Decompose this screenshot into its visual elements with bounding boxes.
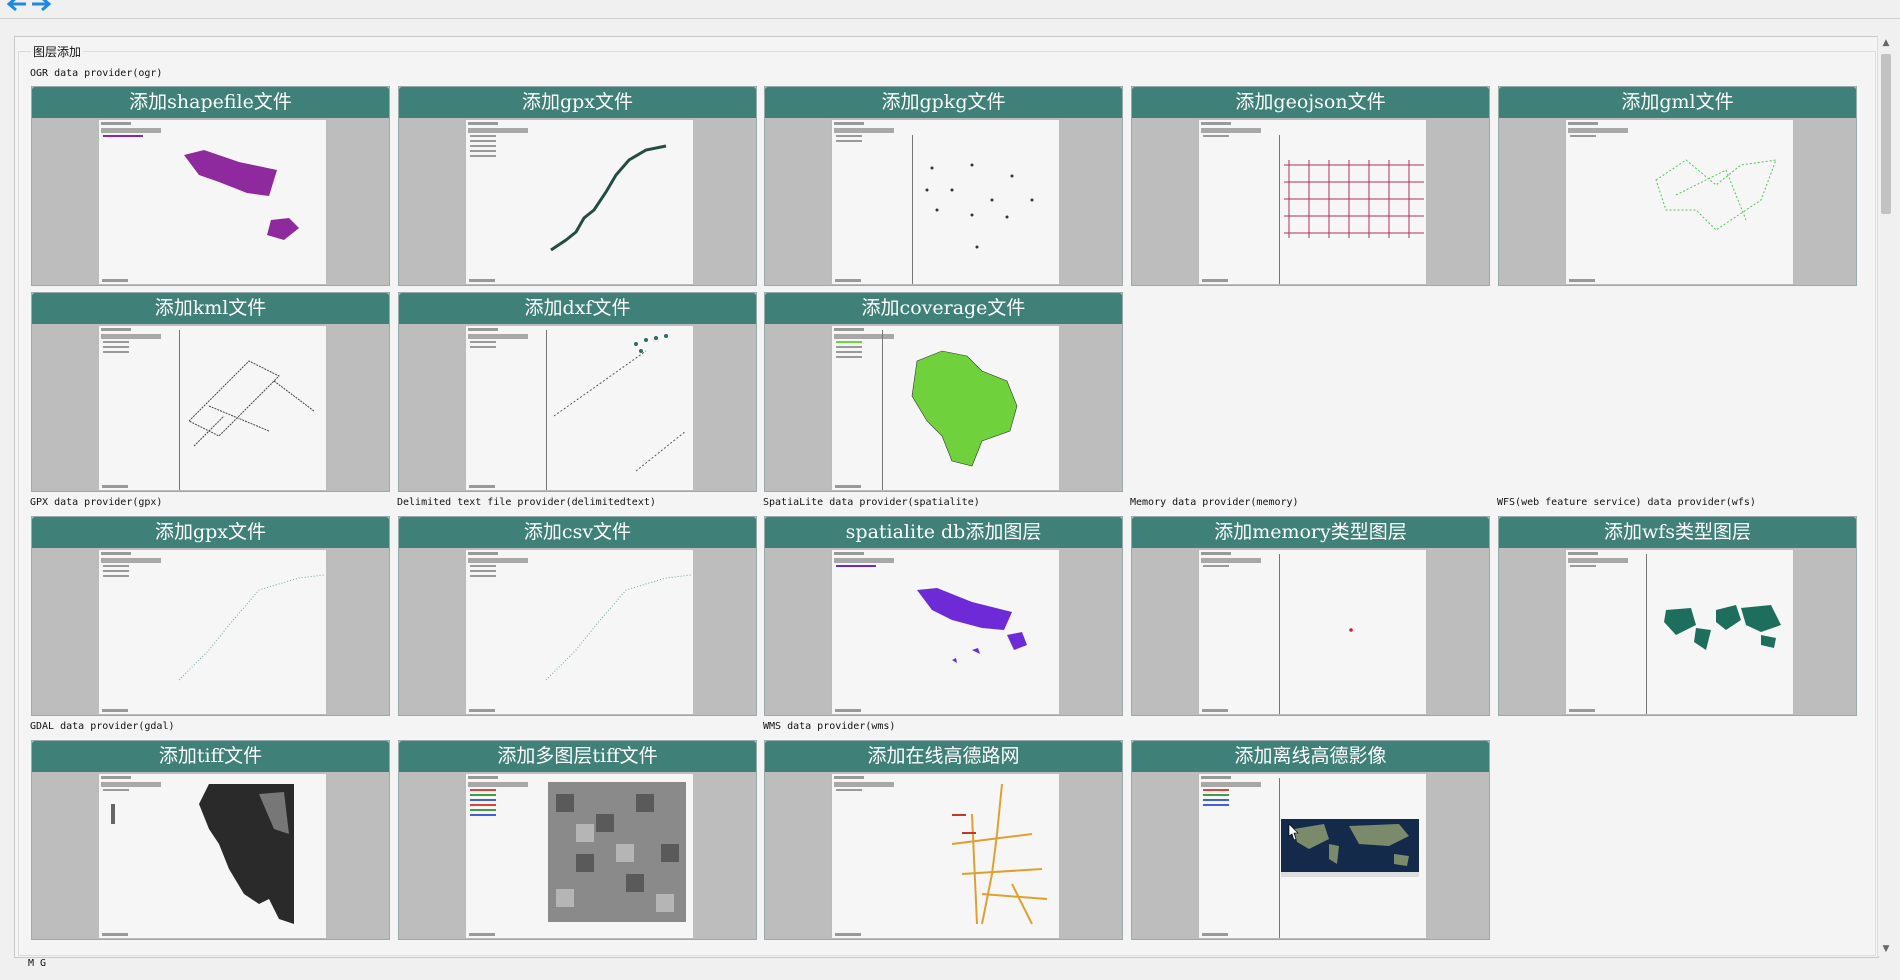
card-add-memory-layer[interactable]: 添加memory类型图层 — [1131, 516, 1490, 716]
geojson-preview-image — [1198, 119, 1427, 285]
card-add-geojson[interactable]: 添加geojson文件 — [1131, 86, 1490, 286]
card-add-tiff[interactable]: 添加tiff文件 — [31, 740, 390, 940]
card-title: 添加gpx文件 — [399, 87, 756, 118]
section-label-delimited: Delimited text file provider(delimitedte… — [397, 497, 656, 508]
wfs-preview-image — [1565, 549, 1794, 715]
card-title: 添加gpkg文件 — [765, 87, 1122, 118]
card-title: 添加在线高德路网 — [765, 741, 1122, 772]
section-label-spatialite: SpatiaLite data provider(spatialite) — [763, 497, 980, 508]
card-add-multi-layer-tiff[interactable]: 添加多图层tiff文件 — [398, 740, 757, 940]
card-title: spatialite db添加图层 — [765, 517, 1122, 548]
card-title: 添加wfs类型图层 — [1499, 517, 1856, 548]
card-title: 添加tiff文件 — [32, 741, 389, 772]
amap-image-preview-image — [1198, 773, 1427, 939]
spatialite-preview-image — [831, 549, 1060, 715]
top-navigation-bar — [0, 0, 1900, 19]
next-section-label-partial: M G — [28, 958, 47, 969]
scroll-down-arrow-icon[interactable]: ▼ — [1881, 944, 1891, 954]
section-label-gpx: GPX data provider(gpx) — [30, 497, 163, 508]
card-title: 添加离线高德影像 — [1132, 741, 1489, 772]
section-label-wms: WMS data provider(wms) — [763, 721, 896, 732]
gpkg-preview-image — [831, 119, 1060, 285]
section-label-memory: Memory data provider(memory) — [1130, 497, 1299, 508]
section-label-ogr: OGR data provider(ogr) — [30, 68, 163, 79]
scrollbar-thumb[interactable] — [1881, 54, 1891, 214]
card-add-gml[interactable]: 添加gml文件 — [1498, 86, 1857, 286]
card-add-online-amap-road[interactable]: 添加在线高德路网 — [764, 740, 1123, 940]
card-add-offline-amap-image[interactable]: 添加离线高德影像 — [1131, 740, 1490, 940]
card-title: 添加shapefile文件 — [32, 87, 389, 118]
card-title: 添加memory类型图层 — [1132, 517, 1489, 548]
card-title: 添加gpx文件 — [32, 517, 389, 548]
card-title: 添加多图层tiff文件 — [399, 741, 756, 772]
card-add-gpx-provider[interactable]: 添加gpx文件 — [31, 516, 390, 716]
forward-arrow-icon[interactable] — [28, 0, 54, 12]
groupbox-title: 图层添加 — [31, 43, 84, 60]
card-add-kml[interactable]: 添加kml文件 — [31, 292, 390, 492]
card-title: 添加coverage文件 — [765, 293, 1122, 324]
shapefile-preview-image — [98, 119, 327, 285]
amap-road-preview-image — [831, 773, 1060, 939]
card-add-wfs-layer[interactable]: 添加wfs类型图层 — [1498, 516, 1857, 716]
dxf-preview-image — [465, 325, 694, 491]
card-title: 添加dxf文件 — [399, 293, 756, 324]
card-title: 添加kml文件 — [32, 293, 389, 324]
card-add-csv[interactable]: 添加csv文件 — [398, 516, 757, 716]
card-add-gpx[interactable]: 添加gpx文件 — [398, 86, 757, 286]
multi-tiff-preview-image — [465, 773, 694, 939]
gpx-preview-image — [465, 119, 694, 285]
card-add-coverage[interactable]: 添加coverage文件 — [764, 292, 1123, 492]
card-title: 添加geojson文件 — [1132, 87, 1489, 118]
coverage-preview-image — [831, 325, 1060, 491]
scroll-up-arrow-icon[interactable]: ▲ — [1881, 38, 1891, 48]
card-add-shapefile[interactable]: 添加shapefile文件 — [31, 86, 390, 286]
kml-preview-image — [98, 325, 327, 491]
csv-preview-image — [465, 549, 694, 715]
card-title: 添加csv文件 — [399, 517, 756, 548]
card-add-dxf[interactable]: 添加dxf文件 — [398, 292, 757, 492]
back-arrow-icon[interactable] — [4, 0, 30, 12]
memory-preview-image — [1198, 549, 1427, 715]
section-label-wfs: WFS(web feature service) data provider(w… — [1497, 497, 1756, 508]
tiff-preview-image — [98, 773, 327, 939]
gml-preview-image — [1565, 119, 1794, 285]
card-add-gpkg[interactable]: 添加gpkg文件 — [764, 86, 1123, 286]
card-title: 添加gml文件 — [1499, 87, 1856, 118]
card-spatialite-db-add-layer[interactable]: spatialite db添加图层 — [764, 516, 1123, 716]
gpx-provider-preview-image — [98, 549, 327, 715]
vertical-scrollbar[interactable]: ▲ ▼ — [1877, 36, 1895, 956]
section-label-gdal: GDAL data provider(gdal) — [30, 721, 175, 732]
